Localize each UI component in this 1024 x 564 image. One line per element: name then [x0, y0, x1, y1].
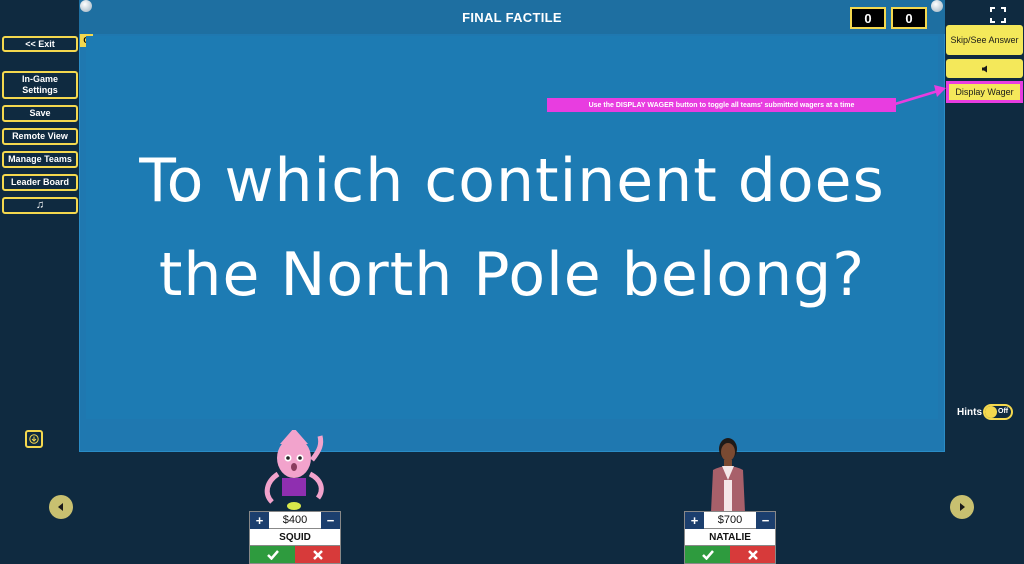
- board-title: FINAL FACTILE: [79, 0, 945, 34]
- x-icon: [747, 549, 758, 560]
- score-box-1: 0: [850, 7, 886, 29]
- team-score: $700: [717, 514, 743, 526]
- team-card-natalie: + $700 − NATALIE: [684, 511, 776, 564]
- arrow-down-icon: [29, 434, 39, 444]
- mark-wrong-button[interactable]: [295, 546, 340, 563]
- team-card-squid: + $400 − SQUID: [249, 511, 341, 564]
- manage-teams-button[interactable]: Manage Teams: [2, 151, 78, 168]
- add-points-button[interactable]: +: [250, 512, 269, 529]
- team-score: $400: [282, 514, 308, 526]
- check-icon: [266, 549, 279, 560]
- x-icon: [312, 549, 323, 560]
- fullscreen-icon[interactable]: [990, 7, 1006, 23]
- team-name: SQUID: [250, 529, 340, 546]
- next-button[interactable]: [950, 495, 974, 519]
- sound-button[interactable]: [946, 59, 1023, 78]
- chevron-left-icon: [58, 503, 63, 511]
- hints-state: Off: [998, 408, 1009, 415]
- in-game-settings-button[interactable]: In-Game Settings: [2, 71, 78, 99]
- mark-correct-button[interactable]: [250, 546, 295, 563]
- speaker-icon: [981, 65, 987, 72]
- subtract-points-button[interactable]: −: [321, 512, 340, 529]
- exit-button[interactable]: << Exit: [2, 36, 78, 52]
- hints-label: Hints: [957, 407, 982, 418]
- check-icon: [701, 549, 714, 560]
- chevron-right-icon: [960, 503, 965, 511]
- leader-board-button[interactable]: Leader Board: [2, 174, 78, 191]
- team-name: NATALIE: [685, 529, 775, 546]
- skip-see-answer-button[interactable]: Skip/See Answer: [946, 25, 1023, 55]
- natalie-avatar: [711, 438, 745, 512]
- hints-toggle-knob: [985, 406, 997, 418]
- mark-wrong-button[interactable]: [730, 546, 775, 563]
- music-note-icon: ♫: [35, 199, 45, 211]
- squid-avatar: [264, 430, 324, 510]
- subtract-points-button[interactable]: −: [756, 512, 775, 529]
- remote-view-button[interactable]: Remote View: [2, 128, 78, 145]
- display-wager-button[interactable]: Display Wager: [946, 81, 1023, 103]
- previous-button[interactable]: [49, 495, 73, 519]
- corner-light-right: [931, 0, 943, 12]
- question-text: To which continent does the North Pole b…: [139, 145, 885, 310]
- annotation-arrow: [894, 85, 946, 106]
- add-points-button[interactable]: +: [685, 512, 704, 529]
- save-button[interactable]: Save: [2, 105, 78, 122]
- question-panel[interactable]: To which continent does the North Pole b…: [86, 36, 938, 419]
- collapse-down-button[interactable]: [25, 430, 43, 448]
- tutorial-annotation: Use the DISPLAY WAGER button to toggle a…: [547, 98, 896, 112]
- music-button[interactable]: ♫: [2, 197, 78, 214]
- corner-light-left: [80, 0, 92, 12]
- mark-correct-button[interactable]: [685, 546, 730, 563]
- score-box-2: 0: [891, 7, 927, 29]
